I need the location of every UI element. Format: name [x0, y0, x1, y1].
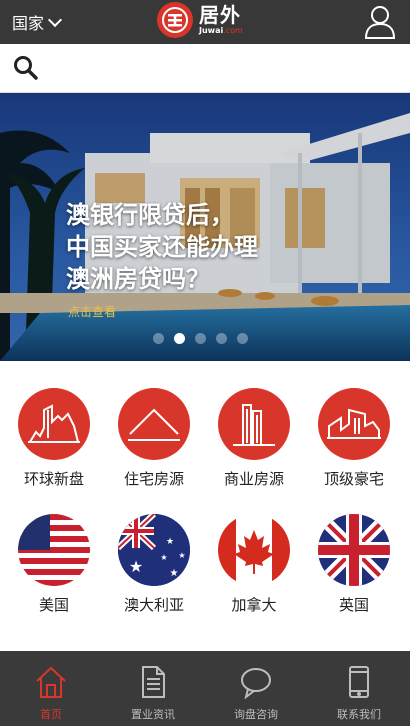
- logo-en-text: Juwai.com: [199, 26, 243, 35]
- category-luxury[interactable]: 顶级豪宅: [304, 388, 404, 489]
- us-flag-icon: [18, 514, 90, 586]
- hero-read-more-link[interactable]: 点击查看: [68, 303, 116, 320]
- carousel-indicators: [153, 333, 248, 344]
- logo-emblem-icon: [157, 2, 193, 38]
- commercial-tower-icon: [218, 388, 290, 460]
- canada-flag-icon: [218, 514, 290, 586]
- nav-contact[interactable]: 联系我们: [308, 651, 410, 726]
- chevron-down-icon: [47, 12, 63, 27]
- luxury-mansion-icon: [318, 388, 390, 460]
- hero-banner[interactable]: 澳银行限贷后， 中国买家还能办理 澳洲房贷吗？ 点击查看: [0, 93, 410, 361]
- australia-flag-icon: ★ ★ ★ ★ ★: [118, 514, 190, 586]
- svg-text:★: ★: [170, 568, 179, 579]
- search-icon[interactable]: [12, 54, 40, 82]
- nav-inquiry[interactable]: 询盘咨询: [205, 651, 307, 726]
- nav-news[interactable]: 置业资讯: [102, 651, 204, 726]
- carousel-dot[interactable]: [195, 333, 206, 344]
- home-icon: [36, 666, 66, 698]
- country-label: 国家: [12, 14, 45, 33]
- document-icon: [142, 666, 165, 698]
- category-usa[interactable]: 美国: [4, 514, 104, 615]
- svg-text:★: ★: [160, 553, 167, 562]
- bottom-nav: 首页 置业资讯 询盘咨询 联系我们: [0, 651, 410, 726]
- logo-text: 居外: [199, 3, 241, 27]
- svg-text:★: ★: [166, 537, 174, 547]
- search-bar: [0, 44, 410, 93]
- carousel-dot[interactable]: [153, 333, 164, 344]
- category-commercial[interactable]: 商业房源: [204, 388, 304, 489]
- category-australia[interactable]: ★ ★ ★ ★ ★ 澳大利亚: [104, 514, 204, 615]
- search-input[interactable]: [48, 52, 402, 84]
- country-selector[interactable]: 国家: [12, 10, 63, 34]
- category-canada[interactable]: 加拿大: [204, 514, 304, 615]
- category-global-new[interactable]: 环球新盘: [4, 388, 104, 489]
- house-roof-icon: [118, 388, 190, 460]
- global-buildings-icon: [18, 388, 90, 460]
- user-profile-icon[interactable]: [363, 4, 397, 40]
- nav-home[interactable]: 首页: [0, 651, 102, 726]
- category-uk[interactable]: 英国: [304, 514, 404, 615]
- svg-text:★: ★: [178, 551, 185, 560]
- hero-headline: 澳银行限贷后， 中国买家还能办理 澳洲房贷吗？: [66, 201, 258, 293]
- chat-bubble-icon: [241, 668, 271, 699]
- uk-flag-icon: [318, 514, 390, 586]
- carousel-dot-active[interactable]: [174, 333, 185, 344]
- carousel-dot[interactable]: [237, 333, 248, 344]
- juwai-logo[interactable]: 居外 Juwai.com: [157, 2, 243, 38]
- svg-text:★: ★: [129, 557, 143, 576]
- phone-icon: [349, 666, 369, 698]
- top-bar: 国家 居外 Juwai.com: [0, 0, 410, 44]
- carousel-dot[interactable]: [216, 333, 227, 344]
- category-residential[interactable]: 住宅房源: [104, 388, 204, 489]
